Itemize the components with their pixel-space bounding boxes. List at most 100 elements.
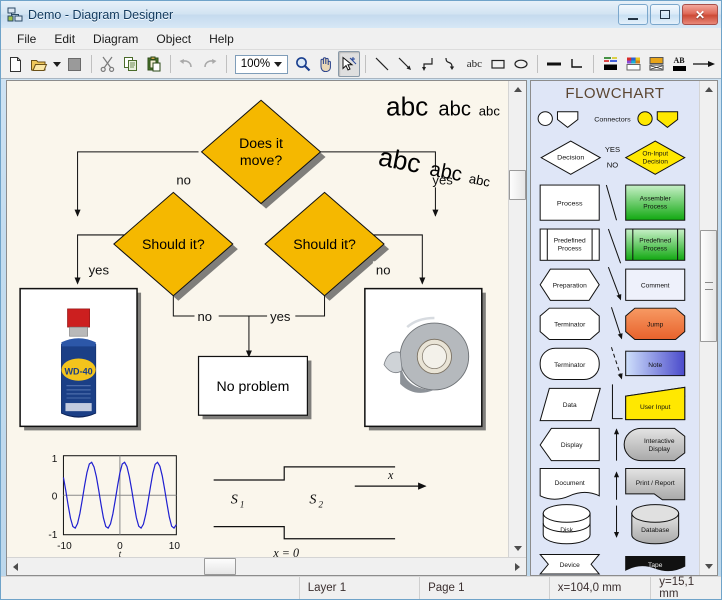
palette-process[interactable]: Process [539,184,600,221]
palette-connector-circle-yellow[interactable] [637,111,653,126]
palette-connector-pentagon-white[interactable] [556,111,579,129]
palette-on-input-decision[interactable]: On-Input Decision [624,140,686,175]
palette-note[interactable]: Note [625,350,686,377]
title-bar: Demo - Diagram Designer ✕ [1,1,721,28]
palette-vertical-scrollbar[interactable] [699,81,717,575]
scroll-right-button[interactable] [509,558,526,575]
palette-data[interactable]: Data [539,387,601,422]
menu-object[interactable]: Object [148,30,199,48]
palette-jump[interactable]: Jump [625,307,686,340]
palette-scroll-down-button[interactable] [700,558,717,575]
palette-label-terminator-round: Terminator [554,362,586,369]
decision-should-it-right[interactable]: Should it? [264,191,390,301]
minimize-button[interactable] [618,4,648,25]
undo-icon[interactable] [176,51,198,77]
ellipse-tool-icon[interactable] [510,51,532,77]
text-sample-straight[interactable]: abc abc abc [386,91,500,121]
decision-should-it-left[interactable]: Should it? [113,191,238,301]
new-document-icon[interactable] [5,51,27,77]
text-sample-2-part3: abc [468,171,492,190]
canvas-horizontal-scrollbar[interactable] [7,557,526,575]
chevron-down-icon [704,564,713,569]
menu-file[interactable]: File [9,30,44,48]
palette-device[interactable]: Device [539,553,601,575]
open-dropdown-icon[interactable] [51,51,63,77]
palette-scroll-thumb[interactable] [700,230,717,342]
line-tool-icon[interactable] [371,51,393,77]
sine-chart[interactable]: 1 0 -1 -10 0 10 t [48,454,180,557]
palette-connector-pentagon-yellow[interactable] [656,111,679,129]
arrow-style-icon[interactable] [691,51,717,77]
wd40-brand-label: WD-40 [64,367,92,377]
paste-clipboard-icon[interactable] [143,51,165,77]
palette-database[interactable]: Database [631,504,680,545]
pan-hand-icon[interactable] [315,51,337,77]
menu-diagram[interactable]: Diagram [85,30,146,48]
chart-xtick-2: 10 [169,541,181,552]
palette-connector-circle-white[interactable] [537,111,553,126]
palette-preparation[interactable]: Preparation [539,268,600,301]
palette-interactive-display[interactable]: Interactive Display [623,427,686,462]
font-color-icon[interactable]: AB [668,51,690,77]
palette-print-report[interactable]: Print / Report [625,467,686,501]
open-folder-icon[interactable] [28,51,50,77]
step-diagram[interactable]: S 1 S 2 x x = 0 [213,466,427,557]
palette-connector-arrow-2[interactable] [610,307,623,340]
redo-icon[interactable] [199,51,221,77]
horizontal-scroll-thumb[interactable] [204,558,236,575]
palette-connector-elbow-1[interactable] [611,384,623,420]
curve-connector-icon[interactable] [440,51,462,77]
shape-palette[interactable]: FLOWCHART Connectors Decision YES NO On-… [531,81,699,575]
palette-tape[interactable]: Tape [625,555,686,572]
decision-does-it-move[interactable]: Does it move? [200,99,326,209]
image-duct-tape[interactable] [364,287,486,431]
palette-label-device: Device [560,562,581,569]
process-no-problem[interactable]: No problem [197,355,312,420]
diagram-canvas[interactable]: Does it move? Should it? Should it? no y… [7,81,508,557]
close-button[interactable]: ✕ [682,4,718,25]
cut-scissors-icon[interactable] [97,51,119,77]
palette-connector-line-2[interactable] [607,228,622,264]
fill-color-icon[interactable] [622,51,644,77]
palette-document[interactable]: Document [539,467,600,500]
palette-connector-dashed-1[interactable] [610,347,623,380]
scroll-down-button[interactable] [509,540,526,557]
palette-predefined-process-green[interactable]: Predefined Process [625,228,686,261]
scroll-up-button[interactable] [509,81,526,98]
palette-label-preparation: Preparation [553,283,588,290]
elbow-connector-icon[interactable] [417,51,439,77]
copy-icon[interactable] [120,51,142,77]
palette-connector-arrow-1[interactable] [607,266,622,301]
menu-edit[interactable]: Edit [46,30,83,48]
line-color-icon[interactable] [599,51,621,77]
select-pointer-icon[interactable] [337,51,360,77]
menu-help[interactable]: Help [201,30,242,48]
maximize-button[interactable] [650,4,680,25]
zoom-combobox[interactable]: 100% [234,54,288,74]
palette-display[interactable]: Display [539,427,600,462]
label-s2: S [309,491,316,507]
palette-terminator-round[interactable]: Terminator [539,347,600,381]
corner-style-icon[interactable] [566,51,588,77]
palette-scroll-up-button[interactable] [700,81,717,98]
palette-connector-line-1[interactable] [605,184,618,221]
canvas-vertical-scrollbar[interactable] [508,81,526,557]
rectangle-tool-icon[interactable] [487,51,509,77]
save-icon[interactable] [64,51,86,77]
line-style-icon[interactable] [543,51,565,77]
palette-disk[interactable]: Disk [542,504,591,545]
arrow-tool-icon[interactable] [394,51,416,77]
shadow-color-icon[interactable] [645,51,667,77]
palette-decision[interactable]: Decision [540,140,602,175]
scroll-left-button[interactable] [7,558,24,575]
palette-user-input[interactable]: User Input [625,386,686,421]
palette-comment[interactable]: Comment [625,268,686,301]
text-tool-icon[interactable]: abc [463,51,487,77]
palette-terminator[interactable]: Terminator [539,307,600,340]
palette-assembler-process[interactable]: Assembler Process [625,184,686,221]
vertical-scroll-thumb[interactable] [509,170,526,200]
image-wd40[interactable]: WD-40 [19,287,142,431]
zoom-magnifier-icon[interactable] [292,51,314,77]
palette-title: FLOWCHART [565,85,665,102]
palette-predefined-process[interactable]: Predefined Process [539,228,600,261]
